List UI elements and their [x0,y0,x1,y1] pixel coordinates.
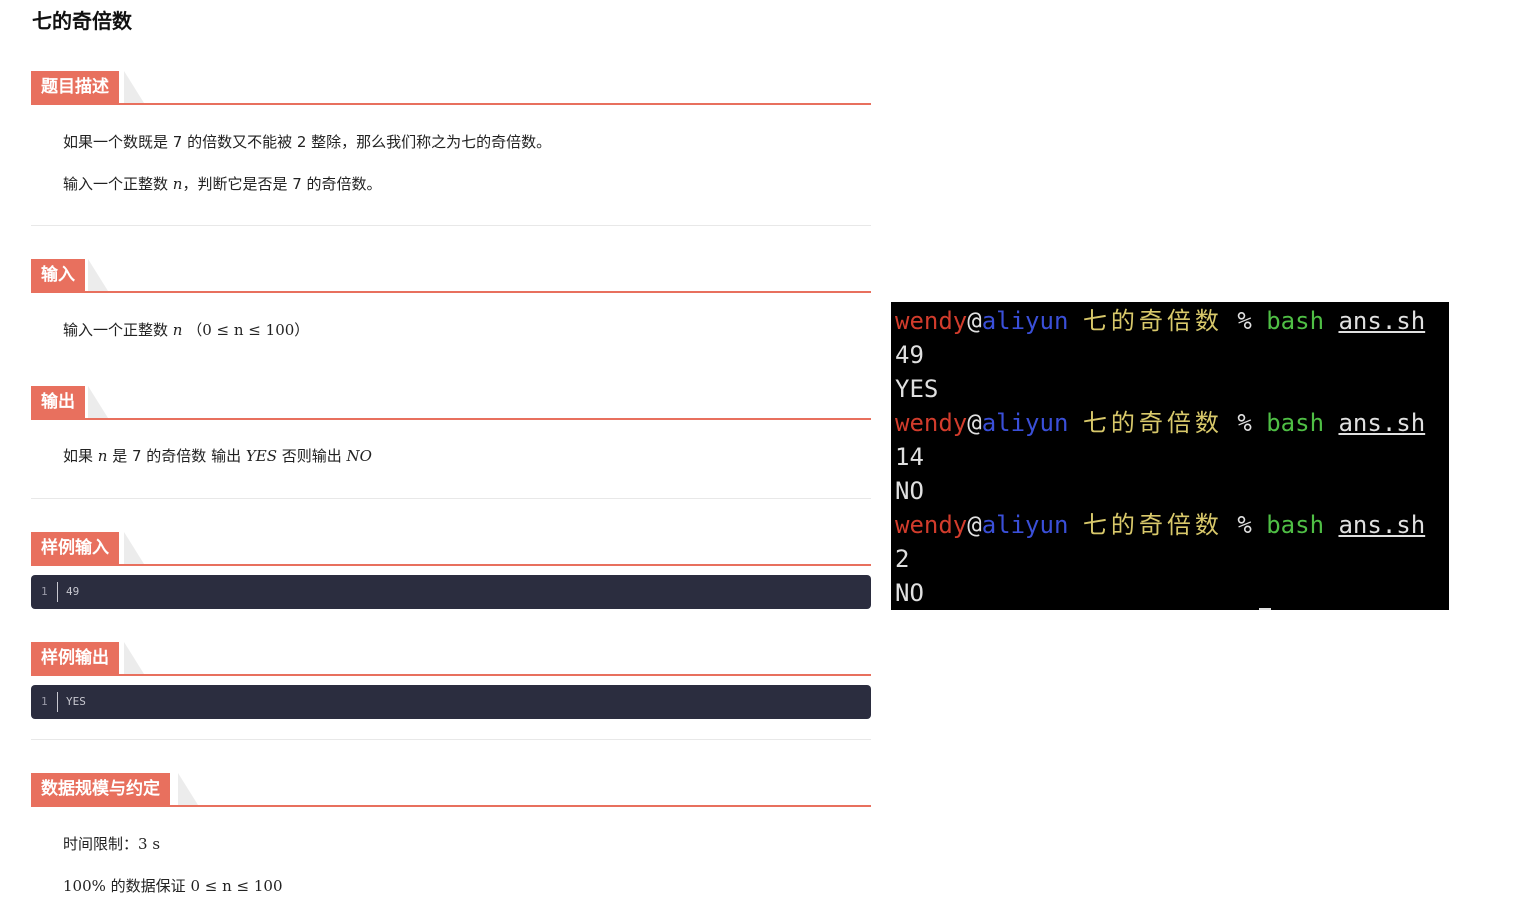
data-guarantee-line: 100% 的数据保证 0 ≤ n ≤ 100 [63,875,282,897]
section-underline [31,291,871,293]
description-p2-pre: 输入一个正整数 [63,175,173,193]
data-condition: 0 ≤ n ≤ 100 [190,877,283,895]
prompt-host: aliyun [981,307,1069,335]
prompt-user: wendy [895,511,968,539]
section-tag-sample-output: 样例输出 [31,642,119,674]
prompt-host: aliyun [981,409,1069,437]
section-underline [31,674,871,676]
section-underline [31,564,871,566]
terminal-prompt-line: wendy@aliyun 七的奇倍数 % bash ans.sh [895,508,1425,542]
section-divider [31,739,871,740]
section-divider [31,498,871,499]
time-limit-value: 3 s [138,835,161,853]
section-header-constraints: 数据规模与约定 [31,773,871,807]
tag-wedge-decoration [124,642,144,674]
tag-wedge-decoration [88,386,108,418]
section-header-input: 输入 [31,259,871,293]
section-header-output: 输出 [31,386,871,420]
time-limit-label: 时间限制： [63,835,139,853]
section-tag-description: 题目描述 [31,71,119,103]
terminal-input-line: 49 [895,341,924,369]
tag-wedge-decoration [178,773,198,805]
terminal-input-line: 2 [895,545,910,573]
section-underline [31,103,871,105]
terminal-prompt-line: wendy@aliyun 七的奇倍数 % bash ans.sh [895,406,1425,440]
prompt-symbol: % [1237,511,1252,539]
output-var-n: n [97,447,108,465]
data-text: 的数据保证 [105,877,191,895]
output-paragraph: 如果 n 是 7 的奇倍数 输出 YES 否则输出 NO [63,445,372,467]
section-header-sample-input: 样例输入 [31,532,871,566]
input-var-n: n [172,321,183,339]
output-p-mid2: 否则输出 [276,447,347,465]
sample-input-code-block[interactable]: 1 49 [31,575,871,609]
prompt-command: bash [1266,511,1325,539]
terminal-output-line: NO [895,477,924,505]
input-p-pre: 输入一个正整数 [63,321,173,339]
gutter-divider [57,582,58,602]
terminal-prompt-line: wendy@aliyun 七的奇倍数 % bash ans.sh [895,304,1425,338]
prompt-dir: 七的奇倍数 [1082,307,1223,335]
prompt-dir: 七的奇倍数 [1082,511,1223,539]
prompt-at: @ [967,307,982,335]
input-condition: （0 ≤ n ≤ 100） [187,321,310,339]
data-percent: 100% [63,877,106,895]
terminal-cursor [1259,608,1271,610]
section-divider [31,225,871,226]
gutter-divider [57,692,58,712]
output-yes: YES [245,447,277,465]
prompt-host: aliyun [981,511,1069,539]
prompt-user: wendy [895,307,968,335]
output-no: NO [346,447,372,465]
line-number: 1 [41,585,48,598]
prompt-user: wendy [895,409,968,437]
description-p2-post: ，判断它是否是 7 的奇倍数。 [182,175,382,193]
page-title: 七的奇倍数 [32,9,132,33]
prompt-dir: 七的奇倍数 [1082,409,1223,437]
tag-wedge-decoration [88,259,108,291]
section-tag-output: 输出 [31,386,85,418]
output-p-mid: 是 7 的奇倍数 输出 [107,447,246,465]
prompt-at: @ [967,511,982,539]
output-p-pre: 如果 [63,447,98,465]
line-number: 1 [41,695,48,708]
code-line: 49 [66,585,80,598]
description-var-n: n [172,175,183,193]
section-underline [31,805,871,807]
sample-output-code-block[interactable]: 1 YES [31,685,871,719]
code-line: YES [66,695,86,708]
time-limit-line: 时间限制：3 s [63,833,160,855]
section-underline [31,418,871,420]
tag-wedge-decoration [124,71,144,103]
prompt-command: bash [1266,409,1325,437]
section-tag-constraints: 数据规模与约定 [31,773,170,805]
prompt-argument: ans.sh [1338,511,1426,539]
prompt-symbol: % [1237,409,1252,437]
prompt-command: bash [1266,307,1325,335]
section-tag-sample-input: 样例输入 [31,532,119,564]
terminal-output-line: YES [895,375,939,403]
terminal-window[interactable]: wendy@aliyun 七的奇倍数 % bash ans.sh 49 YES … [891,302,1449,610]
terminal-input-line: 14 [895,443,924,471]
description-paragraph-2: 输入一个正整数 n，判断它是否是 7 的奇倍数。 [63,173,382,195]
description-paragraph-1: 如果一个数既是 7 的倍数又不能被 2 整除，那么我们称之为七的奇倍数。 [63,133,552,151]
tag-wedge-decoration [124,532,144,564]
input-paragraph: 输入一个正整数 n （0 ≤ n ≤ 100） [63,319,309,341]
section-tag-input: 输入 [31,259,85,291]
prompt-at: @ [967,409,982,437]
section-header-sample-output: 样例输出 [31,642,871,676]
terminal-output-line: NO [895,579,924,607]
prompt-symbol: % [1237,307,1252,335]
section-header-description: 题目描述 [31,71,871,105]
prompt-argument: ans.sh [1338,307,1426,335]
prompt-argument: ans.sh [1338,409,1426,437]
